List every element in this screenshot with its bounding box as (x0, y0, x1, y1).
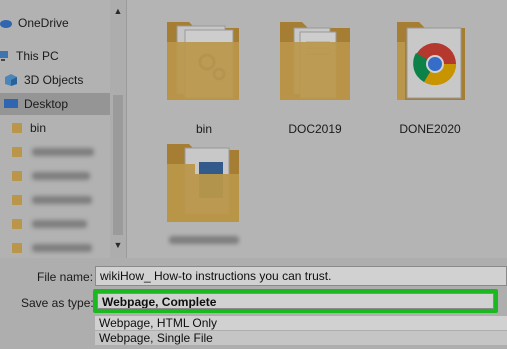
folder-icon (12, 195, 22, 205)
folder-with-documents-icon (167, 144, 239, 222)
cube-icon (5, 74, 17, 86)
folder-icon (12, 147, 22, 157)
file-name-label: File name: (37, 270, 94, 284)
file-name-input[interactable]: wikiHow_ How-to instructions you can tru… (95, 266, 507, 286)
sidebar-item-blurred[interactable] (0, 213, 110, 235)
sidebar-item-blurred[interactable] (0, 165, 110, 187)
sidebar-item-3d-objects[interactable]: 3D Objects (0, 69, 110, 91)
folder-icon (12, 171, 22, 181)
folder-item-doc2019[interactable]: DOC2019 (270, 12, 360, 142)
desktop-icon (4, 99, 18, 108)
sidebar-item-this-pc[interactable]: This PC (0, 45, 110, 67)
chevron-down-icon[interactable]: ▼ (113, 240, 123, 250)
folder-name: DOC2019 (288, 122, 342, 136)
blurred-label (32, 148, 94, 156)
sidebar-item-label: This PC (16, 49, 59, 63)
save-as-dialog: OneDrive This PC 3D Objects Desktop bin … (0, 0, 507, 349)
type-option-single-file[interactable]: Webpage, Single File (95, 331, 507, 345)
save-as-type-label: Save as type: (21, 296, 94, 310)
save-options-panel: File name: wikiHow_ How-to instructions … (0, 258, 507, 349)
sidebar-item-label: OneDrive (18, 16, 69, 30)
folder-name: DONE2020 (399, 122, 461, 136)
folder-item-bin[interactable]: bin (159, 12, 249, 142)
folder-with-documents-icon (280, 22, 350, 100)
folder-item-done2020[interactable]: DONE2020 (385, 12, 475, 142)
folder-icon (12, 123, 22, 133)
cloud-icon (0, 20, 12, 28)
chevron-up-icon[interactable]: ▲ (113, 6, 123, 16)
folder-icon (12, 243, 22, 253)
blurred-label (32, 244, 92, 252)
blurred-label (32, 172, 90, 180)
sidebar-item-label: Desktop (24, 97, 69, 111)
sidebar-scrollbar[interactable]: ▲ ▼ (110, 0, 126, 258)
folder-icon (12, 219, 22, 229)
sidebar-item-onedrive[interactable]: OneDrive (0, 12, 110, 34)
blurred-label (169, 236, 239, 244)
blurred-label (32, 196, 92, 204)
sidebar-item-label: 3D Objects (24, 73, 84, 87)
sidebar-item-blurred[interactable] (0, 141, 110, 163)
computer-icon (0, 51, 8, 61)
navigation-pane: OneDrive This PC 3D Objects Desktop bin … (0, 0, 127, 258)
sidebar-item-desktop[interactable]: Desktop (0, 93, 110, 115)
sidebar-item-blurred[interactable] (0, 189, 110, 211)
folder-chrome-icon (397, 22, 465, 100)
file-list: bin DOC2019 DONE2020 (127, 0, 507, 258)
scrollbar-thumb[interactable] (113, 95, 123, 235)
sidebar-item-blurred[interactable] (0, 237, 110, 259)
sidebar-item-label: bin (30, 121, 47, 135)
type-option-html-only[interactable]: Webpage, HTML Only (95, 316, 507, 330)
blurred-label (32, 220, 87, 228)
save-as-type-select[interactable]: Webpage, Complete (97, 293, 494, 309)
folder-item-blurred[interactable] (159, 134, 249, 254)
sidebar-item-bin[interactable]: bin (0, 117, 110, 139)
folder-with-documents-icon (167, 22, 239, 100)
